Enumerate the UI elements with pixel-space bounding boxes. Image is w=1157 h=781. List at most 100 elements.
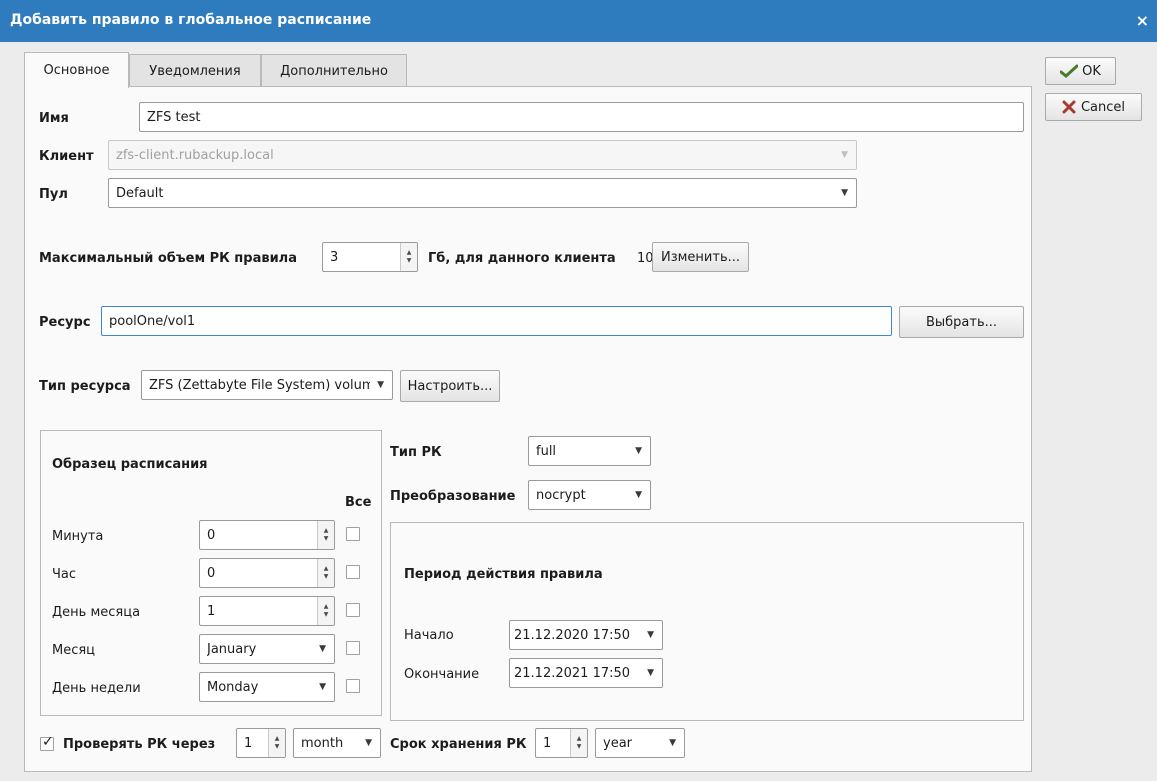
day-of-month-all-checkbox[interactable] (346, 603, 360, 617)
hour-spinbox[interactable]: 0 ▲ ▼ (199, 558, 335, 588)
schedule-group: Образец расписания Все Минута 0 ▲ ▼ Час 0… (40, 430, 382, 716)
hour-label: Час (52, 567, 77, 582)
chevron-down-icon: ▼ (635, 446, 642, 456)
month-all-checkbox[interactable] (346, 641, 360, 655)
schedule-all-label: Все (345, 495, 372, 510)
name-value: ZFS test (147, 109, 201, 125)
transform-value: nocrypt (536, 487, 586, 503)
chevron-down-icon: ▼ (635, 490, 642, 500)
verify-interval-spinbox[interactable]: 1 ▲ ▼ (236, 728, 286, 758)
verify-label: Проверять РК через (63, 737, 216, 752)
pool-label: Пул (39, 187, 68, 202)
start-label: Начало (404, 628, 454, 643)
minute-label: Минута (52, 529, 104, 544)
retention-value: 1 (543, 735, 552, 751)
client-value: zfs-client.rubackup.local (116, 147, 274, 163)
transform-select[interactable]: nocrypt ▼ (528, 480, 651, 510)
chevron-down-icon: ▼ (365, 738, 372, 748)
verify-checkbox[interactable] (40, 734, 54, 751)
chevron-down-icon: ▼ (841, 188, 848, 198)
end-value: 21.12.2021 17:50 (514, 665, 631, 681)
chevron-down-icon: ▼ (319, 682, 326, 692)
change-button-label: Изменить... (660, 249, 741, 265)
backup-type-select[interactable]: full ▼ (528, 436, 651, 466)
minute-spinbox[interactable]: 0 ▲ ▼ (199, 520, 335, 550)
retention-spinbox[interactable]: 1 ▲ ▼ (535, 728, 588, 758)
resource-label: Ресурс (39, 315, 91, 330)
period-title: Период действия правила (404, 567, 603, 582)
weekday-all-checkbox[interactable] (346, 679, 360, 693)
choose-button-label: Выбрать... (925, 314, 998, 330)
spin-arrows-icon[interactable]: ▲ ▼ (400, 243, 417, 271)
chevron-down-icon: ▼ (377, 380, 384, 390)
month-value: January (207, 641, 257, 657)
verify-unit-value: month (301, 735, 344, 751)
weekday-label: День недели (52, 681, 141, 696)
choose-button[interactable]: Выбрать... (899, 306, 1024, 338)
name-label: Имя (39, 111, 69, 126)
retention-unit-value: year (603, 735, 633, 751)
tab-main[interactable]: Основное (24, 52, 129, 88)
verify-interval-value: 1 (244, 735, 253, 751)
window-title: Добавить правило в глобальное расписание (10, 12, 372, 28)
max-volume-label: Максимальный объем РК правила (39, 251, 297, 266)
tab-notifications[interactable]: Уведомления (129, 54, 261, 88)
spin-arrows-icon[interactable]: ▲ ▼ (317, 521, 334, 549)
day-of-month-value: 1 (207, 603, 216, 619)
end-datetime[interactable]: 21.12.2021 17:50 ▼ (509, 658, 663, 688)
day-of-month-label: День месяца (52, 605, 141, 620)
start-datetime[interactable]: 21.12.2020 17:50 ▼ (509, 620, 663, 650)
weekday-value: Monday (207, 679, 259, 695)
chevron-down-icon[interactable]: ▼ (647, 668, 654, 678)
minute-all-checkbox[interactable] (346, 527, 360, 541)
month-label: Месяц (52, 643, 96, 658)
hour-all-checkbox[interactable] (346, 565, 360, 579)
resource-type-value: ZFS (Zettabyte File System) volume (149, 377, 370, 393)
chevron-down-icon: ▼ (319, 644, 326, 654)
start-value: 21.12.2020 17:50 (514, 627, 631, 643)
pool-value: Default (116, 185, 164, 201)
end-label: Окончание (404, 667, 480, 682)
ok-button[interactable]: OK (1045, 57, 1116, 85)
weekday-select[interactable]: Monday ▼ (199, 672, 335, 702)
close-icon[interactable]: × (1136, 11, 1149, 30)
title-bar: Добавить правило в глобальное расписание… (0, 0, 1157, 42)
resource-input[interactable]: poolOne/vol1 (101, 306, 892, 336)
backup-type-value: full (536, 443, 557, 459)
spin-arrows-icon[interactable]: ▲ ▼ (268, 729, 285, 757)
chevron-down-icon: ▼ (669, 738, 676, 748)
resource-type-select[interactable]: ZFS (Zettabyte File System) volume ▼ (141, 370, 393, 400)
retention-unit-select[interactable]: year ▼ (595, 728, 685, 758)
retention-label: Срок хранения РК (390, 737, 527, 752)
transform-label: Преобразование (390, 489, 516, 504)
tab-label: Дополнительно (280, 64, 388, 79)
pool-select[interactable]: Default ▼ (108, 178, 857, 208)
change-button[interactable]: Изменить... (652, 242, 749, 272)
client-label: Клиент (39, 149, 94, 164)
cancel-button[interactable]: Cancel (1045, 93, 1142, 121)
max-volume-value: 3 (330, 249, 339, 265)
max-volume-spinbox[interactable]: 3 ▲ ▼ (322, 242, 418, 272)
ok-check-icon (1060, 64, 1079, 78)
spin-arrows-icon[interactable]: ▲ ▼ (317, 559, 334, 587)
cancel-x-icon (1062, 100, 1076, 114)
tab-additional[interactable]: Дополнительно (261, 54, 407, 88)
minute-value: 0 (207, 527, 216, 543)
hour-value: 0 (207, 565, 216, 581)
month-select[interactable]: January ▼ (199, 634, 335, 664)
ok-button-label: OK (1082, 63, 1101, 79)
configure-button-label: Настроить... (407, 378, 493, 394)
chevron-down-icon[interactable]: ▼ (647, 630, 654, 640)
spin-arrows-icon[interactable]: ▲ ▼ (317, 597, 334, 625)
name-input[interactable]: ZFS test (139, 102, 1024, 132)
tab-label: Основное (43, 63, 110, 78)
schedule-title: Образец расписания (52, 457, 208, 472)
max-volume-unit: Гб, для данного клиента (428, 251, 616, 266)
day-of-month-spinbox[interactable]: 1 ▲ ▼ (199, 596, 335, 626)
client-select: zfs-client.rubackup.local ▼ (108, 140, 857, 170)
spin-arrows-icon[interactable]: ▲ ▼ (570, 729, 587, 757)
backup-type-label: Тип РК (390, 445, 442, 460)
verify-unit-select[interactable]: month ▼ (293, 728, 381, 758)
period-group: Период действия правила Начало 21.12.202… (390, 522, 1024, 721)
configure-button[interactable]: Настроить... (400, 370, 500, 402)
